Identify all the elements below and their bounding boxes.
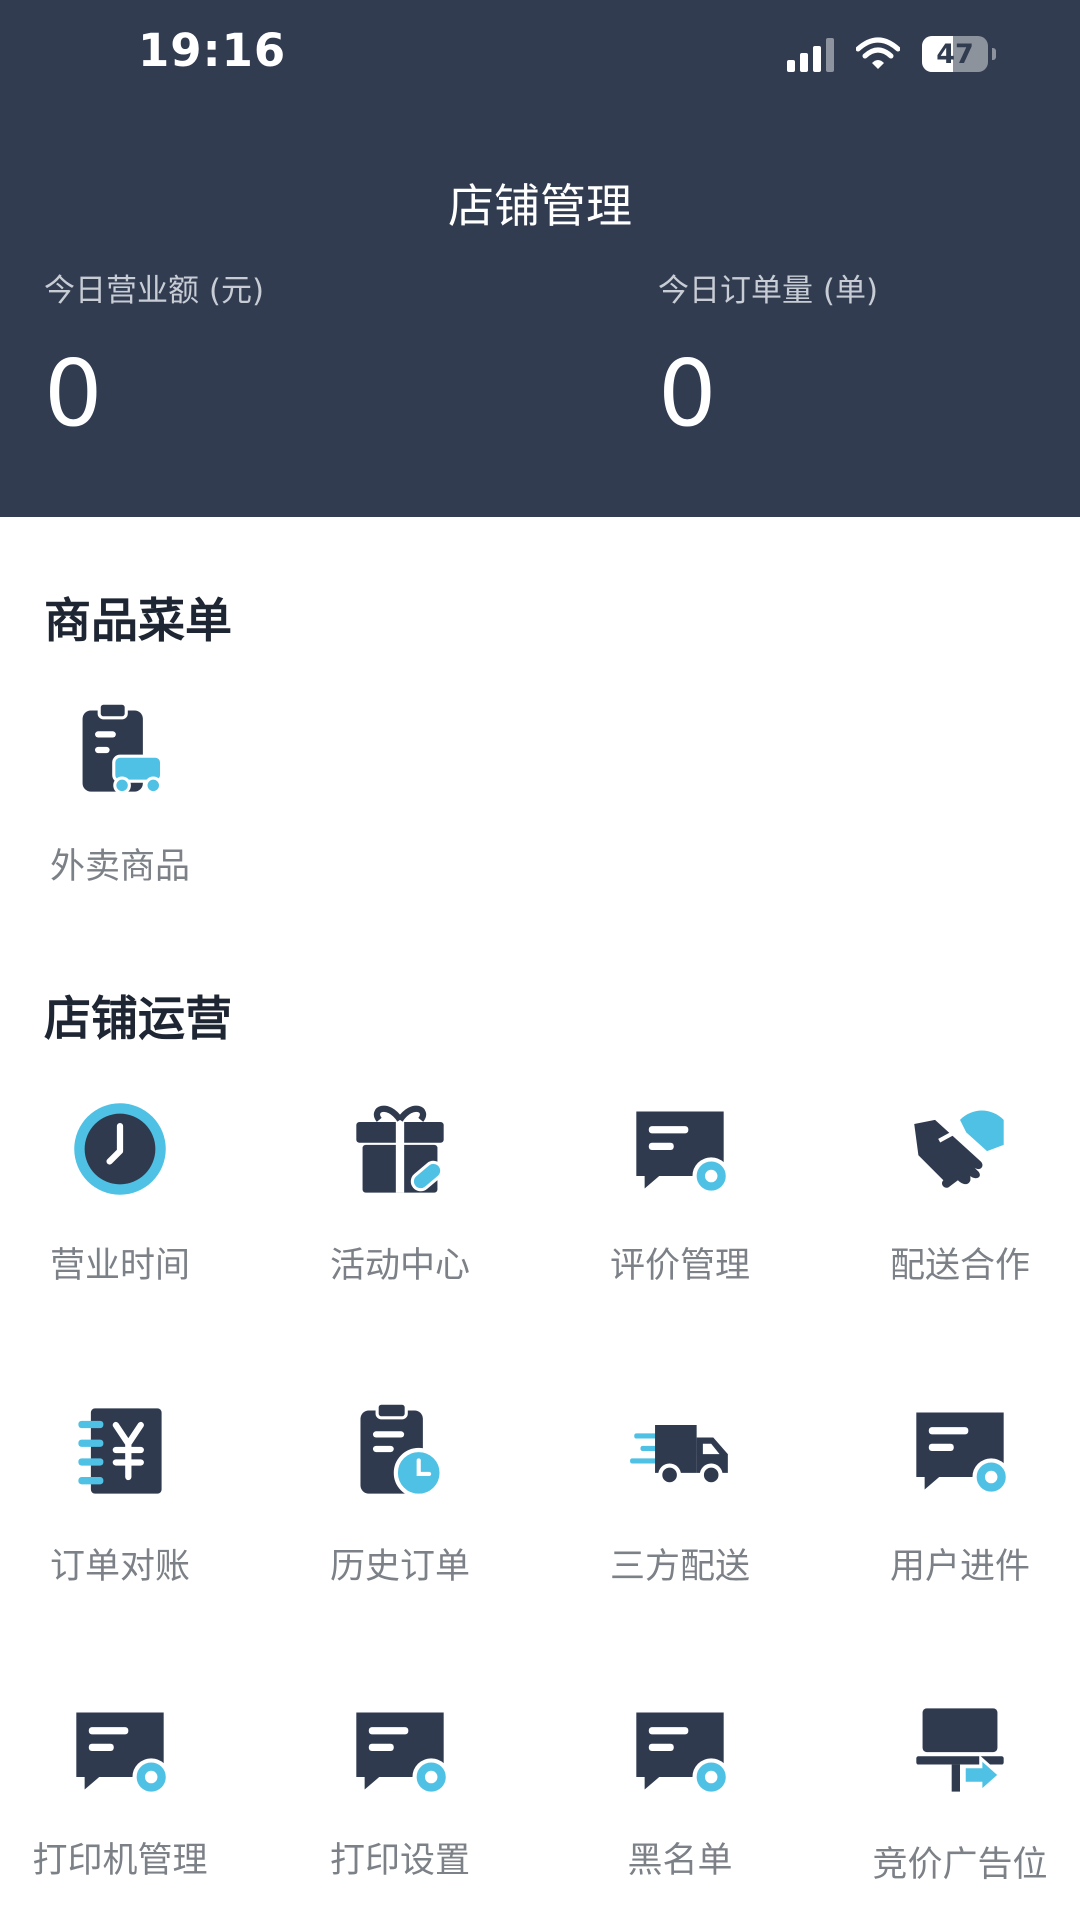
tile-ad-slot[interactable]: 竞价广告位 [825, 1698, 1080, 1887]
stat-revenue-value: 0 [44, 340, 103, 447]
stat-revenue: 今日营业额 (元) 0 [44, 265, 264, 440]
section-title-menu: 商品菜单 [44, 594, 232, 649]
takeout-goods-icon [82, 701, 164, 795]
clipboard-clock-icon [360, 1401, 444, 1498]
stat-orders-label: 今日订单量 (单) [658, 273, 879, 309]
stat-orders: 今日订单量 (单) 0 [658, 265, 878, 440]
tile-label: 评价管理 [609, 1246, 750, 1286]
battery-level: 47 [936, 38, 974, 70]
tile-label: 营业时间 [49, 1246, 190, 1286]
tile-third-party-delivery[interactable]: 三方配送 [545, 1398, 815, 1589]
tile-user-application[interactable]: 用户进件 [825, 1398, 1080, 1589]
yen-ledger-icon [78, 1408, 162, 1494]
tile-activity-center[interactable]: 活动中心 [265, 1097, 535, 1288]
tile-label: 历史订单 [329, 1547, 470, 1587]
tile-label: 黑名单 [627, 1841, 733, 1881]
status-time: 19:16 [138, 24, 287, 77]
tile-business-hours[interactable]: 营业时间 [0, 1097, 255, 1288]
handshake-icon [914, 1110, 1004, 1188]
printer-settings-icon [76, 1712, 170, 1796]
delivery-truck-icon [630, 1425, 728, 1487]
tile-label: 用户进件 [889, 1547, 1030, 1587]
tile-label: 活动中心 [329, 1246, 470, 1286]
page-title: 店铺管理 [448, 179, 632, 233]
tile-printer-management[interactable]: 打印机管理 [0, 1698, 255, 1883]
tile-label: 订单对账 [49, 1547, 190, 1587]
status-icons: 47 [787, 34, 996, 74]
tile-label: 竞价广告位 [872, 1845, 1048, 1885]
tile-order-reconciliation[interactable]: 订单对账 [0, 1398, 255, 1589]
blacklist-icon [636, 1712, 730, 1796]
tile-takeout-goods[interactable]: 外卖商品 [0, 698, 255, 889]
tile-label: 外卖商品 [49, 847, 190, 887]
clock-icon [74, 1103, 166, 1195]
tile-label: 打印设置 [329, 1841, 470, 1881]
tile-review-management[interactable]: 评价管理 [545, 1097, 815, 1288]
tile-label: 配送合作 [889, 1246, 1030, 1286]
section-title-operations: 店铺运营 [44, 992, 232, 1047]
print-settings-icon [356, 1712, 450, 1796]
signal-icon [787, 36, 834, 72]
stat-revenue-label: 今日营业额 (元) [44, 273, 265, 309]
review-settings-icon [636, 1111, 730, 1195]
header: 19:16 47 店铺管理 今日营业额 (元) 0 今日订单量 (单) 0 [0, 0, 1080, 517]
user-application-icon [916, 1412, 1010, 1496]
tile-history-orders[interactable]: 历史订单 [265, 1398, 535, 1589]
tile-label: 打印机管理 [32, 1841, 208, 1881]
tile-blacklist[interactable]: 黑名单 [545, 1698, 815, 1883]
tile-print-settings[interactable]: 打印设置 [265, 1698, 535, 1883]
tile-delivery-cooperation[interactable]: 配送合作 [825, 1097, 1080, 1288]
battery-icon: 47 [922, 36, 996, 72]
ad-slot-icon [916, 1708, 1004, 1796]
wifi-icon [856, 37, 900, 69]
tile-label: 三方配送 [609, 1547, 750, 1587]
gift-icon [356, 1105, 444, 1193]
stat-orders-value: 0 [658, 340, 717, 447]
